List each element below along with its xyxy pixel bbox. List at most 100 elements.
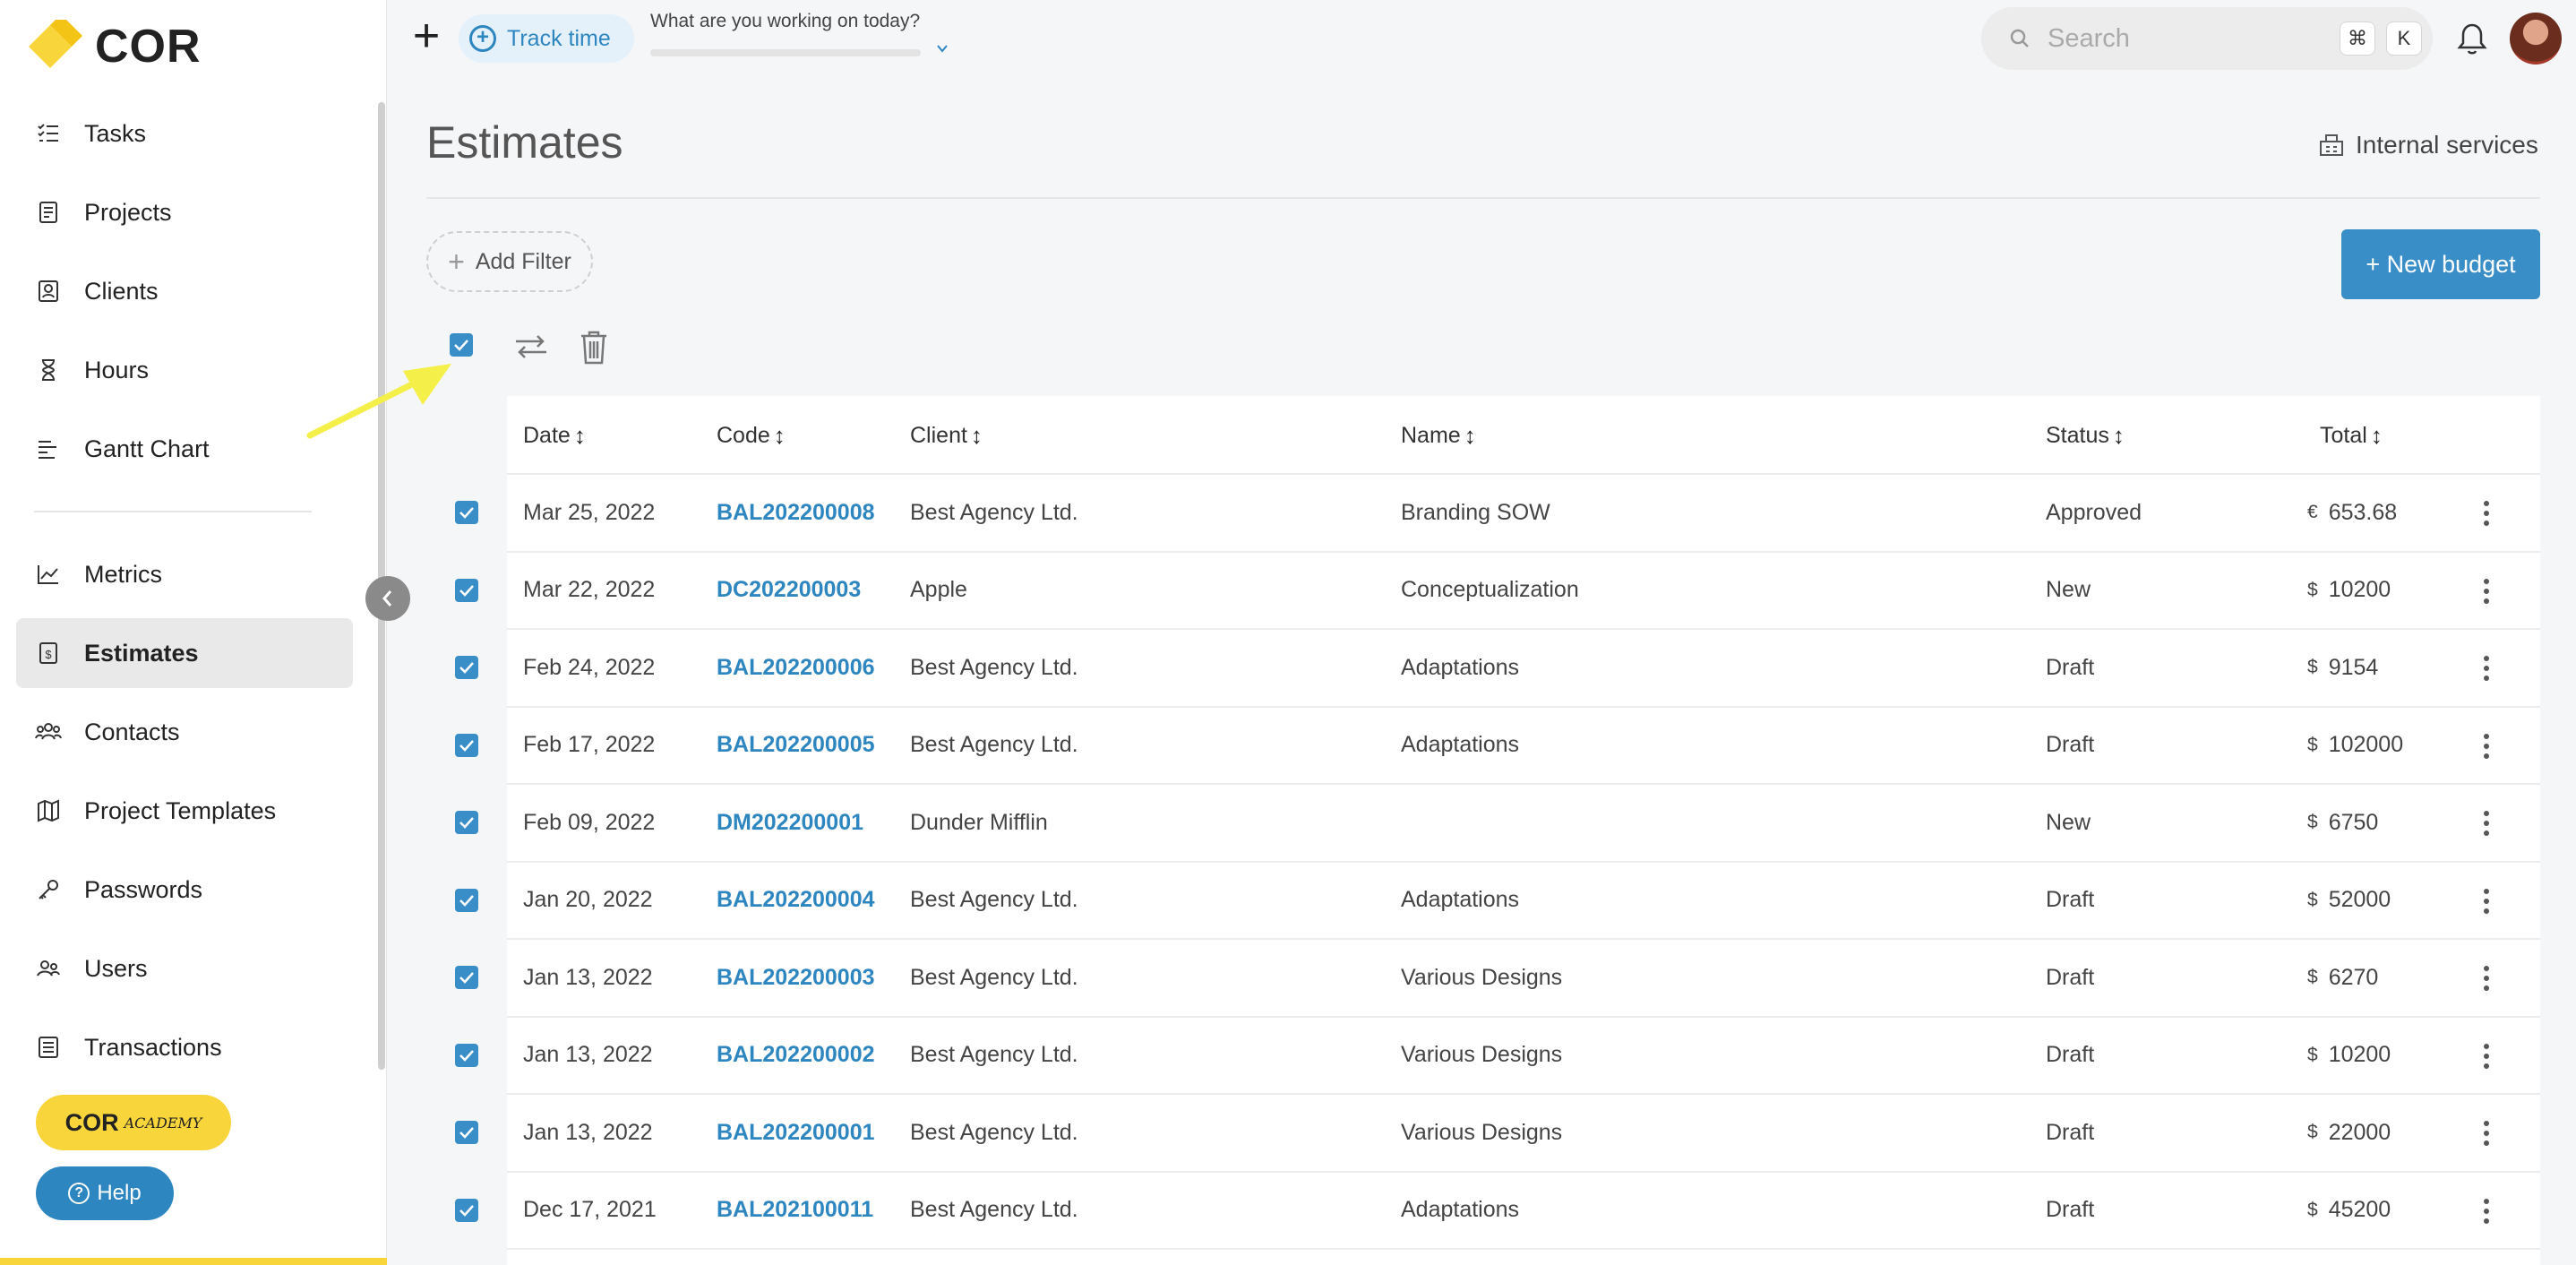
row-name: Adaptations xyxy=(1401,732,1520,757)
search-input[interactable]: Search xyxy=(2048,24,2340,54)
collapse-sidebar-button[interactable] xyxy=(365,576,410,621)
header-total[interactable]: Total ↕ xyxy=(2320,396,2383,475)
more-options-icon[interactable] xyxy=(2483,810,2490,837)
cor-logo[interactable]: COR xyxy=(20,16,202,77)
row-name: Adaptations xyxy=(1401,887,1520,912)
cor-academy-button[interactable]: COR ACADEMY xyxy=(36,1095,231,1150)
row-client: Best Agency Ltd. xyxy=(910,732,1078,757)
row-currency: $ xyxy=(2307,889,2318,910)
user-avatar[interactable] xyxy=(2510,13,2562,65)
more-options-icon[interactable] xyxy=(2483,578,2490,605)
row-code-link[interactable]: BAL202200008 xyxy=(717,475,875,550)
table-row[interactable]: Jan 20, 2022 BAL202200004 Best Agency Lt… xyxy=(455,863,2540,940)
row-code-link[interactable]: BAL202200006 xyxy=(717,630,875,705)
sort-icon: ↕ xyxy=(2370,421,2383,449)
sidebar-item-label: Estimates xyxy=(84,639,199,667)
sidebar-item-hours[interactable]: Hours xyxy=(16,335,353,405)
sidebar-item-transactions[interactable]: Transactions xyxy=(16,1012,353,1082)
table-row[interactable]: Jan 13, 2022 BAL202200003 Best Agency Lt… xyxy=(455,940,2540,1018)
users-icon xyxy=(34,954,63,983)
row-date: Feb 24, 2022 xyxy=(523,654,656,680)
sidebar-item-passwords[interactable]: Passwords xyxy=(16,855,353,925)
row-code-link[interactable]: BAL202200001 xyxy=(717,1095,875,1170)
sidebar-item-tasks[interactable]: Tasks xyxy=(16,99,353,168)
sidebar-item-metrics[interactable]: Metrics xyxy=(16,539,353,609)
table-row[interactable]: Feb 24, 2022 BAL202200006 Best Agency Lt… xyxy=(455,630,2540,708)
row-code-link[interactable]: BAL202100011 xyxy=(717,1173,873,1248)
check-icon xyxy=(459,894,474,907)
row-checkbox[interactable] xyxy=(455,578,478,602)
header-date[interactable]: Date ↕ xyxy=(523,396,586,475)
more-options-icon[interactable] xyxy=(2483,1120,2490,1147)
row-name: Adaptations xyxy=(1401,1197,1520,1222)
row-code-link[interactable]: BAL202200005 xyxy=(717,708,875,783)
sidebar-item-clients[interactable]: Clients xyxy=(16,256,353,326)
check-icon xyxy=(459,1049,474,1062)
row-total: $6270 xyxy=(2307,940,2378,1015)
row-checkbox[interactable] xyxy=(455,1121,478,1144)
select-all-checkbox[interactable] xyxy=(450,333,473,357)
row-total-value: 52000 xyxy=(2328,887,2391,912)
header-name[interactable]: Name ↕ xyxy=(1401,396,1476,475)
row-checkbox-wrap xyxy=(455,785,478,860)
row-checkbox[interactable] xyxy=(455,733,478,757)
track-time-button[interactable]: + Track time xyxy=(459,14,634,63)
row-name: Various Designs xyxy=(1401,1119,1563,1145)
sidebar-item-project-templates[interactable]: Project Templates xyxy=(16,776,353,846)
row-date: Feb 09, 2022 xyxy=(523,809,656,835)
row-code-link[interactable]: BAL202200003 xyxy=(717,940,875,1015)
row-date: Feb 17, 2022 xyxy=(523,732,656,757)
row-currency: $ xyxy=(2307,657,2318,677)
row-checkbox[interactable] xyxy=(455,966,478,989)
sidebar-item-projects[interactable]: Projects xyxy=(16,177,353,247)
more-options-icon[interactable] xyxy=(2483,1198,2490,1225)
search-bar[interactable]: Search ⌘ K xyxy=(1981,7,2433,70)
table-row[interactable]: Jan 13, 2022 BAL202200001 Best Agency Lt… xyxy=(455,1095,2540,1173)
kbd-cmd: ⌘ xyxy=(2340,22,2375,56)
header-code[interactable]: Code ↕ xyxy=(717,396,786,475)
sidebar-item-estimates[interactable]: $ Estimates xyxy=(16,618,353,688)
header-client-label: Client xyxy=(910,422,967,448)
row-code-link[interactable]: BAL202200002 xyxy=(717,1018,875,1093)
internal-services-link[interactable]: Internal services xyxy=(2318,131,2538,159)
table-row[interactable]: Jan 13, 2022 BAL202200002 Best Agency Lt… xyxy=(455,1018,2540,1095)
more-options-icon[interactable] xyxy=(2483,733,2490,760)
table-row[interactable]: Dec 17, 2021 BAL202100011 Best Agency Lt… xyxy=(455,1173,2540,1250)
table-row[interactable]: Mar 25, 2022 BAL202200008 Best Agency Lt… xyxy=(455,475,2540,553)
row-code-link[interactable]: BAL202200004 xyxy=(717,863,875,938)
more-options-icon[interactable] xyxy=(2483,888,2490,915)
new-budget-button[interactable]: + New budget xyxy=(2341,229,2540,299)
row-total: $52000 xyxy=(2307,863,2391,938)
table-row[interactable]: Mar 22, 2022 DC202200003 Apple Conceptua… xyxy=(455,553,2540,630)
row-total-value: 10200 xyxy=(2328,1042,2391,1067)
row-checkbox[interactable] xyxy=(455,888,478,912)
trash-icon[interactable] xyxy=(579,330,609,366)
header-client[interactable]: Client ↕ xyxy=(910,396,983,475)
header-status[interactable]: Status ↕ xyxy=(2046,396,2125,475)
add-button[interactable]: + xyxy=(407,13,446,59)
row-code-link[interactable]: DC202200003 xyxy=(717,553,861,628)
sidebar-item-gantt-chart[interactable]: Gantt Chart xyxy=(16,414,353,484)
sidebar-item-contacts[interactable]: Contacts xyxy=(16,697,353,767)
more-options-icon[interactable] xyxy=(2483,1043,2490,1070)
row-checkbox[interactable] xyxy=(455,1198,478,1222)
table-row[interactable]: Feb 09, 2022 DM202200001 Dunder Mifflin … xyxy=(455,785,2540,863)
more-options-icon[interactable] xyxy=(2483,655,2490,682)
bell-icon[interactable] xyxy=(2456,22,2488,57)
more-options-icon[interactable] xyxy=(2483,500,2490,527)
row-checkbox[interactable] xyxy=(455,811,478,834)
table-row[interactable]: Feb 17, 2022 BAL202200005 Best Agency Lt… xyxy=(455,708,2540,785)
add-filter-button[interactable]: + Add Filter xyxy=(426,231,593,292)
more-options-icon[interactable] xyxy=(2483,965,2490,992)
sidebar-item-users[interactable]: Users xyxy=(16,934,353,1003)
row-code-link[interactable]: DM202200001 xyxy=(717,785,863,860)
working-on-input[interactable] xyxy=(650,49,921,56)
row-checkbox[interactable] xyxy=(455,656,478,679)
transfer-icon[interactable] xyxy=(512,331,550,362)
row-checkbox[interactable] xyxy=(455,501,478,524)
estimates-icon: $ xyxy=(34,639,63,667)
chevron-down-icon[interactable] xyxy=(935,41,949,56)
row-checkbox[interactable] xyxy=(455,1043,478,1067)
transactions-icon xyxy=(34,1033,63,1062)
help-button[interactable]: ? Help xyxy=(36,1166,174,1220)
